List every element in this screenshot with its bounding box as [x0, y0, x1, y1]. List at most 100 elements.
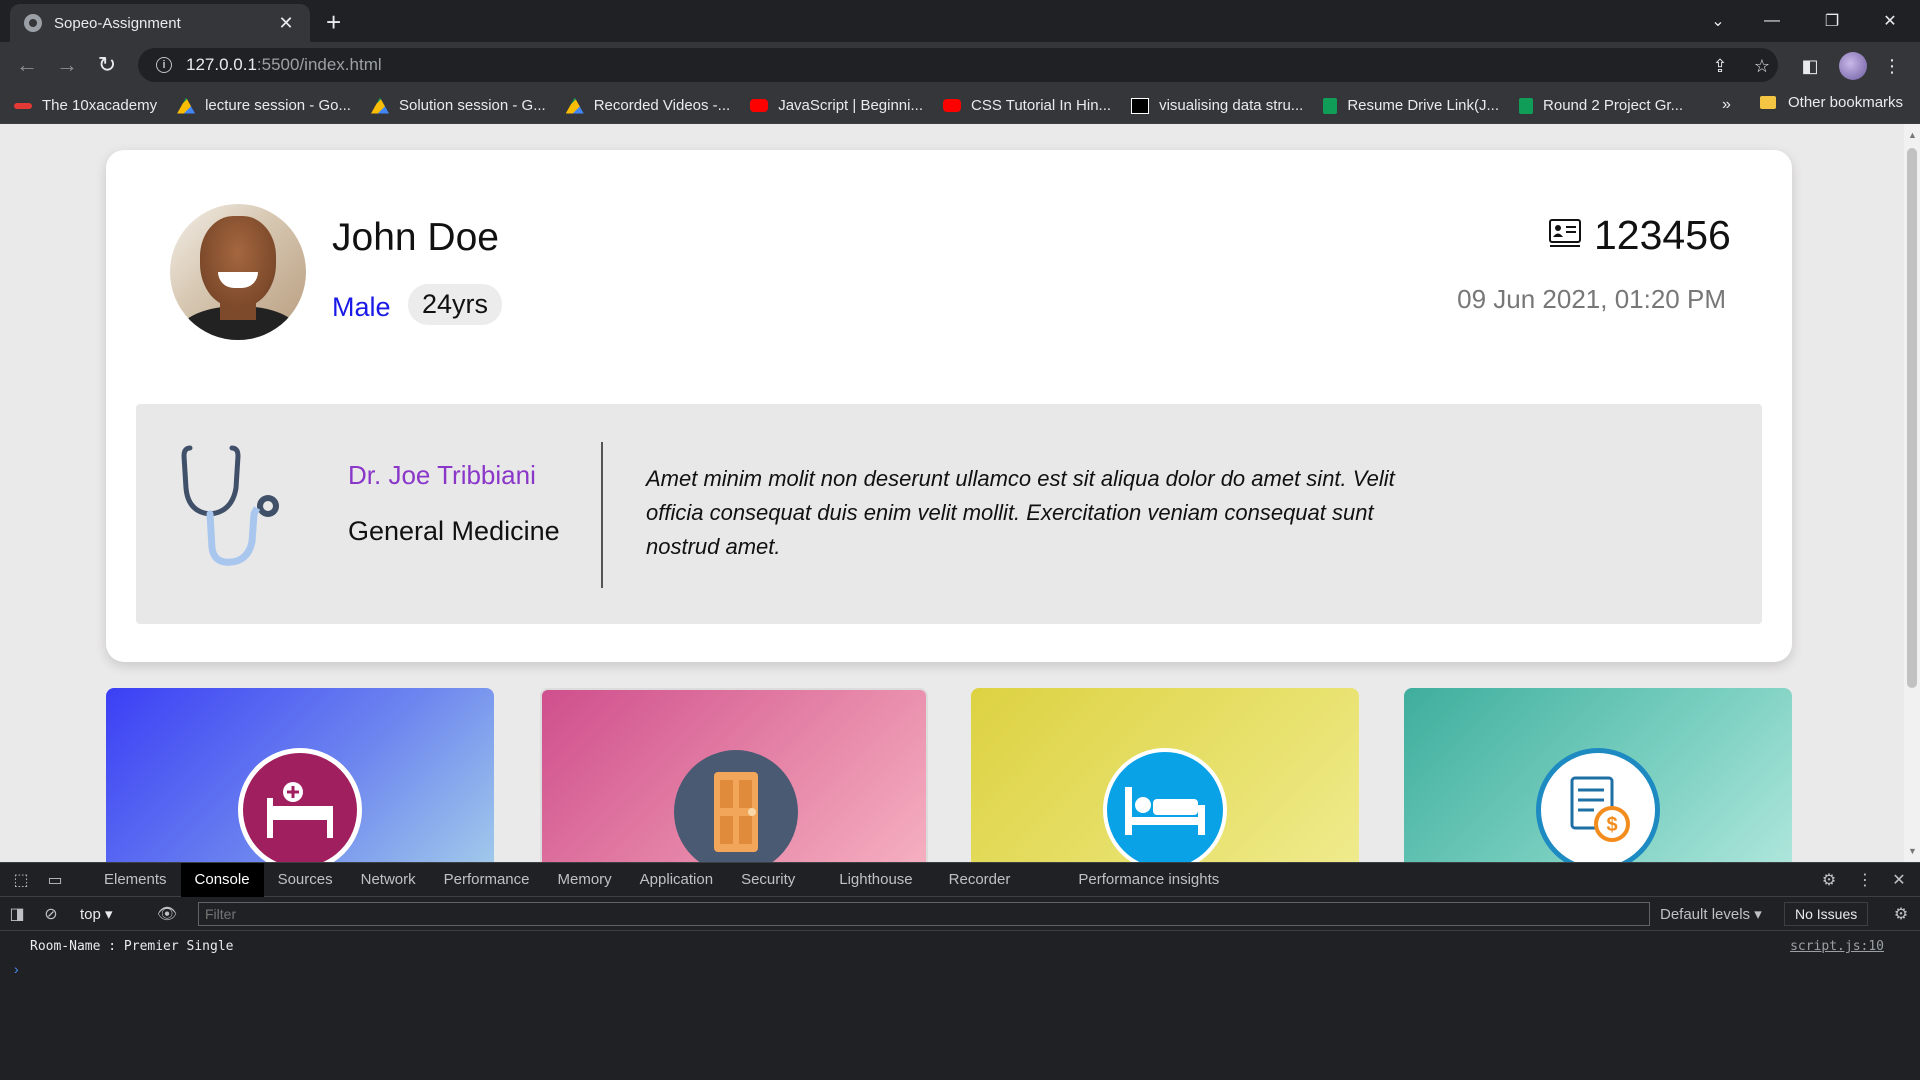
tab-strip: Sopeo-Assignment ✕ + ⌄ — ❐ ✕: [0, 0, 1920, 42]
panel-divider: [601, 442, 603, 588]
devtools-tab-sources[interactable]: Sources: [264, 863, 347, 897]
side-panel-icon[interactable]: ◧: [1798, 54, 1822, 78]
device-toolbar-icon[interactable]: ▭: [38, 863, 72, 897]
tile-bed[interactable]: [971, 688, 1359, 862]
folder-icon: [1760, 96, 1776, 109]
devtools-panel: ⬚ ▭ Elements Console Sources Network Perform…: [0, 862, 1920, 1080]
restore-icon[interactable]: ❐: [1812, 6, 1852, 36]
other-bookmarks-label: Other bookmarks: [1788, 94, 1904, 111]
bookmark-item[interactable]: JavaScript | Beginni...: [750, 97, 923, 114]
devtools-tab-lighthouse[interactable]: Lighthouse: [825, 863, 926, 897]
devtools-tab-network[interactable]: Network: [347, 863, 430, 897]
google-sheets-icon: [1323, 97, 1338, 114]
context-selector[interactable]: top ▾: [80, 905, 113, 923]
clear-console-icon[interactable]: ⊘: [34, 897, 68, 931]
google-sheets-icon: [1519, 97, 1534, 114]
reload-icon[interactable]: ↻: [92, 50, 122, 80]
scrollbar-thumb[interactable]: [1907, 148, 1917, 688]
devtools-tab-performance[interactable]: Performance: [430, 863, 544, 897]
bookmark-item[interactable]: CSS Tutorial In Hin...: [943, 97, 1111, 114]
bookmark-item[interactable]: Recorded Videos -...: [565, 97, 731, 114]
close-tab-icon[interactable]: ✕: [276, 13, 296, 34]
devtools-menu-icon[interactable]: ⋮: [1848, 863, 1882, 897]
devtools-tabbar: ⬚ ▭ Elements Console Sources Network Perform…: [0, 862, 1920, 897]
window-close-icon[interactable]: ✕: [1870, 6, 1910, 36]
hospital-bed-icon: [238, 748, 362, 862]
youtube-icon: [943, 99, 961, 112]
live-expression-eye-icon[interactable]: 👁: [150, 897, 184, 931]
tile-hospital-bed[interactable]: [106, 688, 494, 862]
devtools-settings-icon[interactable]: ⚙: [1812, 863, 1846, 897]
bookmark-label: JavaScript | Beginni...: [778, 97, 923, 114]
svg-text:$: $: [1606, 814, 1617, 836]
tile-billing[interactable]: $: [1404, 688, 1792, 862]
tile-room-door[interactable]: [540, 688, 928, 862]
devtools-close-icon[interactable]: ✕: [1882, 863, 1916, 897]
console-prompt[interactable]: ›: [14, 961, 19, 977]
tab-title: Sopeo-Assignment: [54, 14, 181, 32]
bookmark-star-icon[interactable]: ☆: [1750, 54, 1774, 78]
browser-tab[interactable]: Sopeo-Assignment ✕: [10, 4, 310, 42]
bookmarks-bar: The 10xacademy lecture session - Go... Sol…: [0, 88, 1920, 124]
bookmark-item[interactable]: Solution session - G...: [370, 97, 546, 114]
forward-icon[interactable]: →: [52, 50, 82, 80]
bookmark-item[interactable]: visualising data stru...: [1131, 97, 1303, 114]
bookmark-label: Solution session - G...: [398, 97, 546, 114]
other-bookmarks[interactable]: Other bookmarks: [1760, 94, 1903, 111]
url-path: :5500/index.html: [256, 55, 382, 74]
patient-age-badge: 24yrs: [408, 284, 503, 325]
patient-card: John Doe Male 24yrs 123456 09 Jun 2021, …: [106, 150, 1792, 662]
bookmark-label: Recorded Videos -...: [593, 97, 731, 114]
bookmark-label: lecture session - Go...: [205, 97, 351, 114]
console-log-source-link[interactable]: script.js:10: [1790, 939, 1884, 954]
academy-icon: [14, 102, 32, 109]
globe-icon: [24, 14, 42, 32]
back-icon[interactable]: ←: [12, 50, 42, 80]
address-bar[interactable]: i 127.0.0.1:5500/index.html: [138, 48, 1778, 82]
door-icon: [674, 750, 798, 862]
bookmark-label: visualising data stru...: [1159, 97, 1304, 114]
patient-id: 123456: [1594, 212, 1731, 258]
google-drive-icon: [565, 97, 584, 114]
browser-toolbar: ← → ↻ i 127.0.0.1:5500/index.html ⇪ ☆ ◧ …: [0, 42, 1920, 88]
devtools-tab-elements[interactable]: Elements: [90, 863, 181, 897]
bookmark-item[interactable]: The 10xacademy: [14, 97, 157, 114]
page-scrollbar[interactable]: ▲ ▼: [1904, 124, 1920, 862]
issues-button[interactable]: No Issues: [1784, 902, 1869, 926]
youtube-icon: [750, 99, 769, 112]
site-info-icon[interactable]: i: [156, 57, 172, 73]
bookmark-label: Resume Drive Link(J...: [1347, 97, 1500, 114]
bookmark-item[interactable]: Round 2 Project Gr...: [1519, 97, 1683, 114]
console-filter-input[interactable]: [198, 902, 1650, 926]
devtools-tab-application[interactable]: Application: [626, 863, 727, 897]
console-settings-icon[interactable]: ⚙: [1884, 897, 1918, 931]
devtools-tab-memory[interactable]: Memory: [544, 863, 626, 897]
bookmarks-overflow-icon[interactable]: »: [1722, 96, 1731, 114]
patient-gender: Male: [332, 292, 391, 322]
devtools-tab-console[interactable]: Console: [180, 862, 264, 897]
sidebar-toggle-icon[interactable]: ◨: [0, 897, 34, 931]
billing-icon: $: [1536, 748, 1660, 862]
doctor-panel: Dr. Joe Tribbiani General Medicine Amet …: [136, 404, 1762, 624]
doctor-note: Amet minim molit non deserunt ullamco es…: [646, 466, 1395, 559]
devtools-tab-recorder[interactable]: Recorder: [935, 863, 1025, 897]
bookmark-item[interactable]: lecture session - Go...: [177, 97, 351, 114]
url-host: 127.0.0.1: [186, 55, 257, 74]
devtools-tab-security[interactable]: Security: [727, 863, 809, 897]
log-levels-dropdown[interactable]: Default levels ▾: [1660, 905, 1762, 923]
share-icon[interactable]: ⇪: [1708, 54, 1732, 78]
inspect-element-icon[interactable]: ⬚: [4, 863, 38, 897]
profile-avatar[interactable]: [1839, 52, 1867, 80]
tab-search-icon[interactable]: ⌄: [1698, 6, 1738, 36]
devtools-tab-performance-insights[interactable]: Performance insights: [1064, 863, 1233, 897]
menu-kebab-icon[interactable]: ⋮: [1880, 54, 1904, 78]
patient-avatar: [170, 204, 306, 340]
new-tab-button[interactable]: +: [326, 8, 341, 36]
minimize-icon[interactable]: —: [1752, 6, 1792, 36]
page-viewport: John Doe Male 24yrs 123456 09 Jun 2021, …: [0, 124, 1920, 862]
bookmark-label: Round 2 Project Gr...: [1543, 97, 1684, 114]
visit-datetime: 09 Jun 2021, 01:20 PM: [1457, 284, 1726, 314]
bookmark-item[interactable]: Resume Drive Link(J...: [1323, 97, 1499, 114]
doctor-specialty: General Medicine: [348, 516, 560, 546]
visualgo-icon: [1131, 97, 1150, 114]
